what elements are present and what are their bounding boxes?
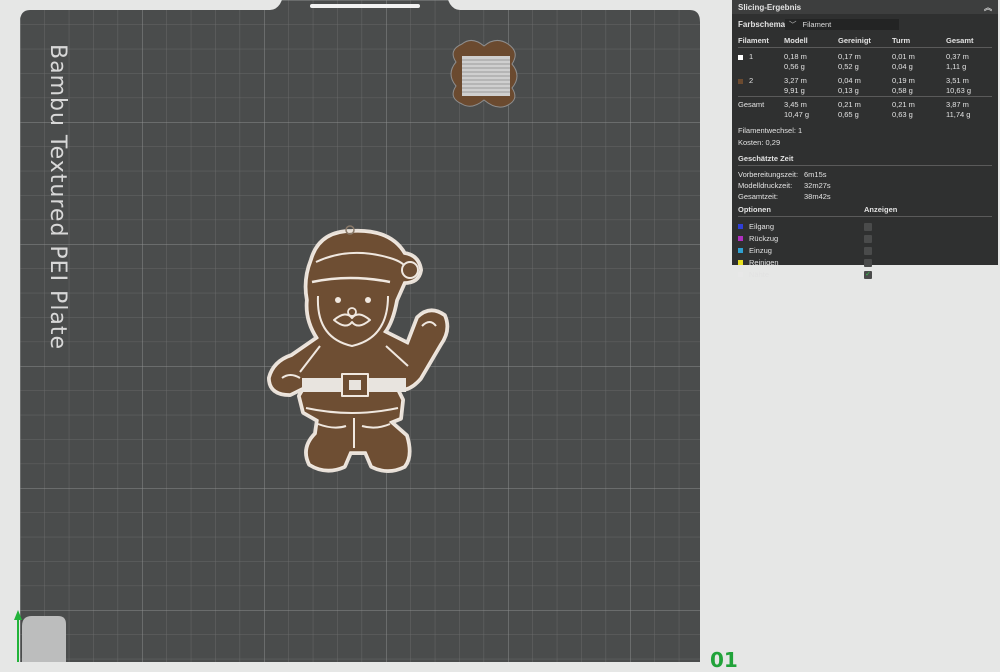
cell: 0,13 g	[838, 86, 859, 95]
option-row-rueckzug: Rückzug	[732, 231, 998, 243]
legend-dot	[738, 236, 743, 241]
plate-number: 01	[710, 648, 738, 672]
cell: 0,04 g	[892, 62, 913, 71]
slicing-result-panel: Slicing-Ergebnis ︽ Farbschema ﹀ Filament…	[732, 0, 998, 279]
cell: 0,56 g	[784, 62, 805, 71]
cell: 3,27 m	[784, 76, 807, 85]
filament-swatch	[738, 78, 743, 84]
divider	[738, 165, 992, 166]
option-label: Nähte	[749, 270, 770, 279]
cell: 9,91 g	[784, 86, 805, 95]
option-row-reinigen: Reinigen	[732, 255, 998, 267]
time-label: Vorbereitungszeit:	[738, 170, 799, 179]
cell: 0,04 m	[838, 76, 861, 85]
cell: 0,21 m	[892, 100, 915, 109]
legend-dot	[738, 260, 743, 265]
time-value: 32m27s	[804, 181, 831, 190]
cost: Kosten: 0,29	[738, 138, 781, 147]
options-header: Optionen Anzeigen	[732, 201, 998, 214]
cell: 0,17 m	[838, 52, 861, 61]
show-checkbox-checked[interactable]: ✓	[864, 270, 872, 279]
cell: 10,63 g	[946, 86, 972, 95]
options-title: Optionen	[738, 205, 771, 214]
option-row-einzug: Einzug	[732, 243, 998, 255]
time-row-model: Modelldruckzeit: 32m27s	[732, 179, 998, 190]
show-checkbox[interactable]	[864, 258, 872, 267]
option-label: Eilgang	[749, 222, 775, 231]
color-scheme-value: Filament	[802, 20, 832, 29]
cell: 11,74 g	[946, 110, 971, 119]
time-section-title: Geschätzte Zeit	[738, 154, 794, 163]
filament-id: 1	[749, 52, 754, 61]
time-value: 38m42s	[804, 192, 831, 201]
col-header-turm: Turm	[892, 35, 946, 48]
cell: 0,65 g	[838, 110, 859, 119]
cell: 10,47 g	[784, 110, 810, 119]
total-label: Gesamt	[738, 96, 784, 120]
plate-handle	[310, 4, 420, 8]
cell: 0,63 g	[892, 110, 913, 119]
cell: 0,19 m	[892, 76, 915, 85]
prime-tower[interactable]	[450, 40, 518, 108]
time-label: Gesamtzeit:	[738, 192, 779, 201]
cell: 0,58 g	[892, 86, 913, 95]
show-title: Anzeigen	[864, 205, 898, 214]
show-checkbox[interactable]	[864, 246, 872, 255]
filament-table: Filament Modell Gereinigt Turm Gesamt 1 …	[738, 35, 992, 120]
panel-title: Slicing-Ergebnis	[738, 2, 802, 12]
cell: 3,51 m	[946, 76, 969, 85]
show-checkbox[interactable]	[864, 234, 872, 243]
filament-swatch	[738, 54, 743, 60]
col-header-modell: Modell	[784, 35, 838, 48]
cell: 1,11 g	[946, 62, 967, 71]
col-header-gesamt: Gesamt	[946, 35, 992, 48]
cell: 3,45 m	[784, 100, 807, 109]
filament-id: 2	[749, 76, 754, 85]
checkmark-icon: ✓	[865, 270, 871, 278]
table-row: 1 0,18 m 0,56 g 0,17 m 0,52 g 0,01 m 0,04 g…	[738, 48, 992, 73]
origin-corner	[22, 616, 66, 662]
panel-header[interactable]: Slicing-Ergebnis ︽	[732, 0, 998, 14]
option-label: Einzug	[749, 246, 772, 255]
cell: 0,18 m	[784, 52, 807, 61]
option-row-naehte: Nähte ✓	[732, 267, 998, 279]
divider	[738, 216, 992, 217]
option-label: Reinigen	[749, 258, 779, 267]
time-row-total: Gesamtzeit: 38m42s	[732, 190, 998, 201]
option-label: Rückzug	[749, 234, 779, 243]
cell: 0,01 m	[892, 52, 915, 61]
chevron-up-icon[interactable]: ︽	[984, 2, 992, 13]
legend-dot	[738, 224, 743, 229]
time-label: Modelldruckzeit:	[738, 181, 793, 190]
legend-dot	[738, 248, 743, 253]
time-value: 6m15s	[804, 170, 827, 179]
color-scheme-label: Farbschema	[738, 20, 786, 29]
col-header-filament: Filament	[738, 35, 784, 48]
table-row-total: Gesamt 3,45 m 10,47 g 0,21 m 0,65 g 0,21 m…	[738, 96, 992, 120]
time-row-prep: Vorbereitungszeit: 6m15s	[732, 168, 998, 179]
chevron-down-icon: ﹀	[789, 20, 797, 29]
color-scheme-select[interactable]: ﹀ Filament	[785, 19, 899, 30]
legend-dot	[738, 272, 743, 277]
show-checkbox[interactable]	[864, 222, 872, 231]
cell: 0,37 m	[946, 52, 969, 61]
filament-changes: Filamentwechsel: 1	[738, 126, 803, 135]
table-row: 2 3,27 m 9,91 g 0,04 m 0,13 g 0,19 m 0,58 g…	[738, 72, 992, 97]
col-header-gereinigt: Gereinigt	[838, 35, 892, 48]
option-row-eilgang: Eilgang	[732, 219, 998, 231]
plate-name-text: Bambu Textured PEI Plate	[45, 44, 70, 351]
cell: 0,52 g	[838, 62, 859, 71]
color-scheme-row: Farbschema ﹀ Filament	[732, 14, 998, 31]
plate-name-label: Bambu Textured PEI Plate	[36, 44, 76, 364]
cell: 3,87 m	[946, 100, 969, 109]
cell: 0,21 m	[838, 100, 861, 109]
